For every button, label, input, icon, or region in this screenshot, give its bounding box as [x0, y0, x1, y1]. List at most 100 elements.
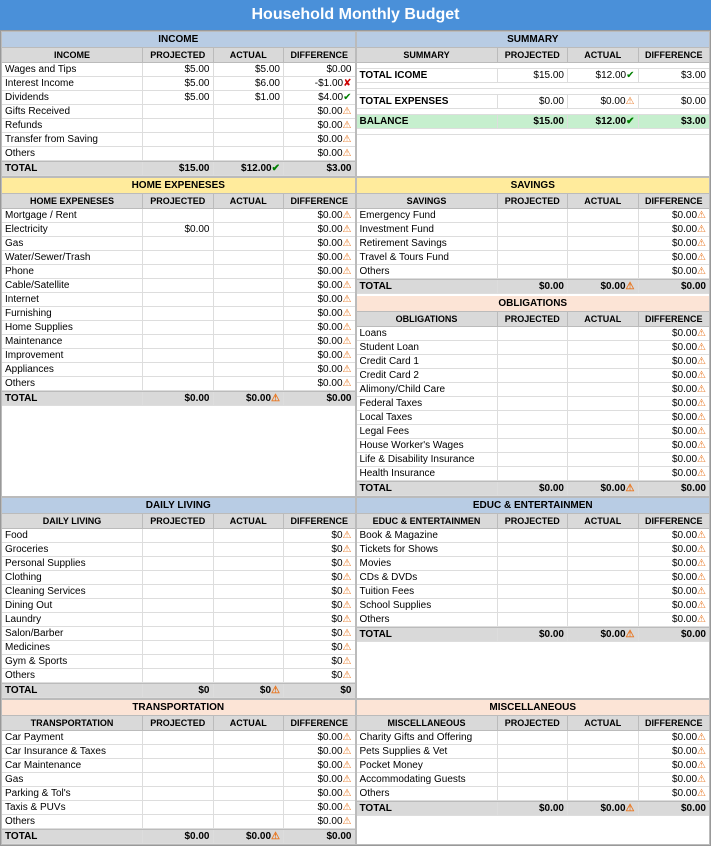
table-row: Others $0.00 ⚠: [2, 815, 355, 829]
row-label: Investment Fund: [357, 223, 498, 236]
row-diff: $0.00 ⚠: [284, 223, 355, 236]
table-row: Internet $0.00 ⚠: [2, 293, 355, 307]
savings-col-projected: PROJECTED: [498, 194, 569, 208]
row-label: Car Insurance & Taxes: [2, 745, 143, 758]
table-row: Improvement $0.00 ⚠: [2, 349, 355, 363]
orange-icon: ⚠: [697, 732, 706, 743]
daily-total-projected: $0: [143, 684, 214, 697]
row-actual: [568, 383, 639, 396]
green-icon: ✔: [626, 116, 634, 127]
row-diff: $0 ⚠: [284, 529, 355, 542]
row-diff: $0.00 ⚠: [639, 341, 710, 354]
summary-row: TOTAL EXPENSES $0.00 $0.00 ⚠ $0.00: [357, 95, 710, 109]
orange-icon: ⚠: [343, 802, 352, 813]
row-actual: [214, 293, 285, 306]
orange-icon: ⚠: [697, 426, 706, 437]
row-label: Alimony/Child Care: [357, 383, 498, 396]
daily-col-diff: DIFFERENCE: [284, 514, 355, 528]
home-total-actual: $0.00 ⚠: [214, 392, 285, 405]
row-diff: $0.00 ⚠: [284, 801, 355, 814]
row-actual: [214, 627, 285, 640]
orange-icon: ⚠: [343, 210, 352, 221]
row-label: Wages and Tips: [2, 63, 143, 76]
row-diff: $4.00 ✔: [284, 91, 355, 104]
row-actual: [568, 571, 639, 584]
row-projected: [498, 557, 569, 570]
educ-total-label: TOTAL: [357, 628, 498, 641]
savings-header: SAVINGS: [357, 178, 710, 194]
row-actual: [568, 453, 639, 466]
orange-icon: ⚠: [343, 558, 352, 569]
table-row: Food $0 ⚠: [2, 529, 355, 543]
row-projected: [143, 669, 214, 682]
row-label: Furnishing: [2, 307, 143, 320]
row-projected: [143, 349, 214, 362]
table-row: Tuition Fees $0.00 ⚠: [357, 585, 710, 599]
obligations-total-row: TOTAL $0.00 $0.00 ⚠ $0.00: [357, 481, 710, 496]
educ-total-row: TOTAL $0.00 $0.00 ⚠ $0.00: [357, 627, 710, 642]
orange-icon: ⚠: [697, 238, 706, 249]
row-diff: $0.00 ⚠: [284, 119, 355, 132]
row-label: Food: [2, 529, 143, 542]
summary-row-diff: $3.00: [639, 69, 710, 82]
table-row: Others $0.00 ⚠: [357, 787, 710, 801]
row-label: Improvement: [2, 349, 143, 362]
row-projected: [143, 543, 214, 556]
row-actual: [214, 321, 285, 334]
row-label: Groceries: [2, 543, 143, 556]
table-row: Transfer from Saving $0.00 ⚠: [2, 133, 355, 147]
orange-icon: ⚠: [343, 134, 352, 145]
row-actual: [214, 251, 285, 264]
row-actual: [214, 773, 285, 786]
row-diff: $0.00 ⚠: [284, 105, 355, 118]
table-row: Appliances $0.00 ⚠: [2, 363, 355, 377]
income-total-diff: $3.00: [284, 162, 355, 175]
row-projected: [498, 355, 569, 368]
misc-col-projected: PROJECTED: [498, 716, 569, 730]
summary-row-actual: $12.00 ✔: [568, 69, 639, 82]
trans-col-diff: DIFFERENCE: [284, 716, 355, 730]
daily-total-diff: $0: [284, 684, 355, 697]
row-projected: [498, 209, 569, 222]
table-row: Taxis & PUVs $0.00 ⚠: [2, 801, 355, 815]
row-label: Others: [357, 265, 498, 278]
transportation-header: TRANSPORTATION: [2, 700, 355, 716]
orange-icon: ⚠: [697, 224, 706, 235]
summary-row-label: TOTAL EXPENSES: [357, 95, 498, 108]
educ-total-icon: ⚠: [626, 629, 635, 640]
row-projected: [143, 585, 214, 598]
misc-header: MISCELLANEOUS: [357, 700, 710, 716]
row-diff: $0.00 ⚠: [639, 411, 710, 424]
income-col-diff: DIFFERENCE: [284, 48, 355, 62]
obligations-col-actual: ACTUAL: [568, 312, 639, 326]
row-label: Maintenance: [2, 335, 143, 348]
row-diff: $0.00 ⚠: [284, 745, 355, 758]
row-diff: $0.00 ⚠: [639, 745, 710, 758]
row-projected: [143, 105, 214, 118]
row-projected: [143, 627, 214, 640]
row-projected: [143, 801, 214, 814]
table-row: Credit Card 1 $0.00 ⚠: [357, 355, 710, 369]
table-row: Gifts Received $0.00 ⚠: [2, 105, 355, 119]
summary-row-diff: $0.00: [639, 95, 710, 108]
orange-icon: ⚠: [697, 614, 706, 625]
row-label: Legal Fees: [357, 425, 498, 438]
row-diff: $0 ⚠: [284, 599, 355, 612]
daily-living-header: DAILY LIVING: [2, 498, 355, 514]
row-actual: [214, 759, 285, 772]
row-projected: [498, 397, 569, 410]
row-diff: $0.00 ⚠: [639, 397, 710, 410]
trans-total-projected: $0.00: [143, 830, 214, 843]
savings-section: SAVINGS SAVINGS PROJECTED ACTUAL DIFFERE…: [356, 177, 711, 497]
income-header: INCOME: [2, 32, 355, 48]
orange-icon: ⚠: [343, 642, 352, 653]
orange-icon: ⚠: [697, 328, 706, 339]
savings-total-projected: $0.00: [498, 280, 569, 293]
row-actual: [214, 335, 285, 348]
row-label: Parking & Tol's: [2, 787, 143, 800]
table-row: Gas $0.00 ⚠: [2, 773, 355, 787]
orange-icon: ⚠: [697, 586, 706, 597]
table-row: Others $0.00 ⚠: [357, 265, 710, 279]
orange-icon: ⚠: [343, 760, 352, 771]
row-projected: [498, 369, 569, 382]
